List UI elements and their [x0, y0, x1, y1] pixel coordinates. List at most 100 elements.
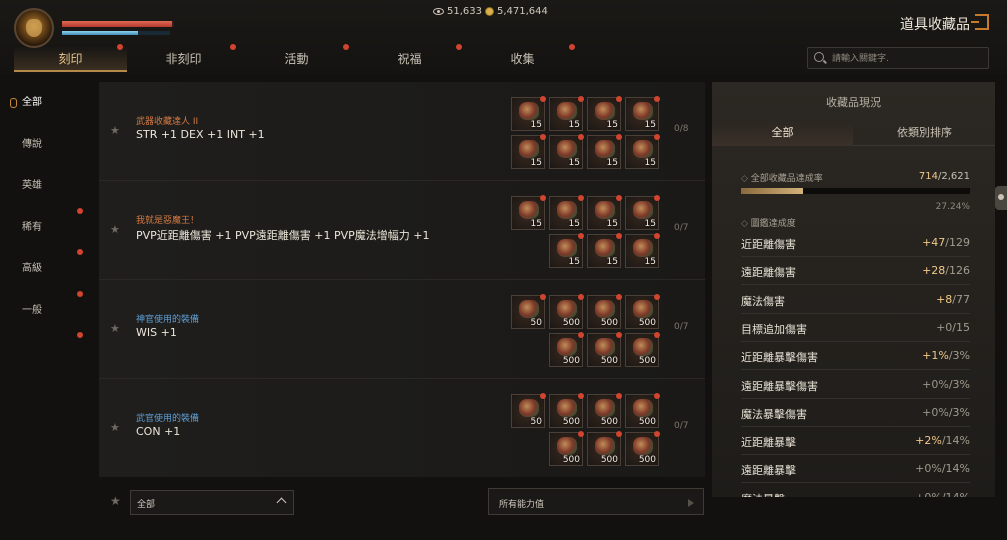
selected-marker-icon — [10, 98, 17, 108]
stat-row[interactable]: 遠距離傷害 +28/126 — [741, 257, 970, 286]
item-slot[interactable]: 500 — [625, 393, 660, 428]
sidebar-item-4[interactable]: 高級 — [0, 256, 96, 298]
item-slot[interactable]: 15 — [511, 134, 546, 169]
tab-1[interactable]: 非刻印 — [127, 44, 240, 72]
item-slot[interactable]: 500 — [549, 393, 584, 428]
stat-row[interactable]: 魔法暴擊 +0%/14% — [741, 484, 970, 497]
item-slot[interactable]: 500 — [587, 393, 622, 428]
stat-row[interactable]: 目標追加傷害 +0/15 — [741, 314, 970, 342]
item-slot[interactable]: 500 — [625, 332, 660, 367]
notification-dot-icon — [77, 207, 83, 214]
item-quantity: 15 — [606, 219, 618, 229]
sidebar-item-5[interactable]: 一般 — [0, 298, 96, 340]
collection-row[interactable]: ★ 神官使用的裝備 WIS +1 0/7 50 500 500 500 500 500 500 — [99, 280, 705, 379]
item-slot[interactable]: 15 — [625, 195, 660, 230]
currency-a-value: 51,633 — [447, 6, 482, 17]
item-slot[interactable]: 500 — [549, 332, 584, 367]
favorite-star-icon[interactable]: ★ — [110, 124, 120, 137]
stat-list[interactable]: 近距離傷害 +47/129 遠距離傷害 +28/126 魔法傷害 +8/77 目標追加傷害 +… — [712, 229, 995, 497]
item-slot[interactable]: 15 — [625, 134, 660, 169]
item-slot[interactable]: 15 — [587, 195, 622, 230]
stat-row[interactable]: 遠距離暴擊 +0%/14% — [741, 455, 970, 484]
item-slot[interactable]: 15 — [587, 96, 622, 131]
tab-0[interactable]: 刻印 — [14, 44, 127, 72]
notification-dot-icon — [578, 294, 584, 300]
stat-max: /126 — [945, 264, 970, 278]
favorite-star-icon[interactable]: ★ — [110, 421, 120, 434]
item-slot[interactable]: 500 — [587, 431, 622, 466]
item-slot[interactable]: 15 — [587, 233, 622, 268]
notification-dot-icon — [578, 332, 584, 338]
item-slot[interactable]: 15 — [511, 195, 546, 230]
stat-current: +0% — [922, 377, 949, 391]
sidebar-item-1[interactable]: 傳說 — [0, 132, 96, 174]
stat-row[interactable]: 近距離暴擊 +2%/14% — [741, 427, 970, 456]
search-box[interactable] — [807, 47, 989, 69]
stat-row[interactable]: 近距離暴擊傷害 +1%/3% — [741, 342, 970, 371]
character-avatar[interactable] — [14, 8, 54, 48]
currency-b-value: 5,471,644 — [497, 6, 548, 17]
collection-list[interactable]: ★ 武器收藏達人 II STR +1 DEX +1 INT +1 0/8 15 15 15 1… — [99, 82, 705, 477]
item-slot[interactable]: 15 — [625, 233, 660, 268]
stat-value: +1%/3% — [922, 349, 970, 362]
item-slot[interactable]: 15 — [549, 134, 584, 169]
item-icon — [595, 338, 615, 356]
sidebar-item-0[interactable]: 全部 — [0, 90, 96, 132]
stat-filter-button[interactable]: 所有能力值 — [488, 488, 704, 515]
favorite-star-icon[interactable]: ★ — [110, 223, 120, 236]
page-title: 道具收藏品 — [900, 17, 970, 33]
search-icon[interactable] — [814, 52, 824, 62]
favorite-star-icon[interactable]: ★ — [110, 322, 120, 335]
item-icon — [557, 338, 577, 356]
item-slot[interactable]: 500 — [625, 431, 660, 466]
item-slot[interactable]: 500 — [625, 294, 660, 329]
search-input[interactable] — [832, 51, 982, 66]
book-rate-label: 圖鑑達成度 — [741, 216, 796, 229]
item-quantity: 500 — [562, 417, 580, 427]
notification-dot-icon — [343, 44, 349, 50]
item-slot[interactable]: 500 — [587, 294, 622, 329]
stat-row[interactable]: 近距離傷害 +47/129 — [741, 229, 970, 257]
item-slot[interactable]: 50 — [511, 294, 546, 329]
item-slot[interactable]: 15 — [549, 233, 584, 268]
gold-coin-icon — [485, 7, 494, 16]
item-slot[interactable]: 15 — [549, 96, 584, 131]
item-slot[interactable]: 15 — [511, 96, 546, 131]
item-icon — [557, 239, 577, 257]
panel-tab-all[interactable]: 全部 — [712, 120, 853, 146]
item-slot[interactable]: 500 — [549, 431, 584, 466]
item-icon — [633, 239, 653, 257]
sidebar-item-3[interactable]: 稀有 — [0, 215, 96, 257]
exit-icon[interactable] — [971, 14, 989, 30]
item-slot[interactable]: 15 — [625, 96, 660, 131]
item-slot[interactable]: 50 — [511, 393, 546, 428]
stat-value: +0%/3% — [922, 406, 970, 419]
stat-name: 遠距離暴擊傷害 — [741, 379, 818, 393]
item-slot[interactable]: 15 — [587, 134, 622, 169]
rarity-dropdown[interactable]: 全部 — [130, 490, 294, 515]
item-quantity: 50 — [530, 318, 542, 328]
collection-row[interactable]: ★ 武器收藏達人 II STR +1 DEX +1 INT +1 0/8 15 15 15 1… — [99, 82, 705, 181]
notification-dot-icon — [616, 96, 622, 102]
item-slot[interactable]: 15 — [549, 195, 584, 230]
sidebar-item-2[interactable]: 英雄 — [0, 173, 96, 215]
item-slot[interactable]: 500 — [549, 294, 584, 329]
tab-2[interactable]: 活動 — [240, 44, 353, 72]
tab-4[interactable]: 收集 — [466, 44, 579, 72]
panel-tab-by-category[interactable]: 依類別排序 — [854, 120, 995, 146]
item-icon — [633, 300, 653, 318]
stat-row[interactable]: 魔法暴擊傷害 +0%/3% — [741, 399, 970, 427]
favorite-filter-icon[interactable]: ★ — [110, 494, 121, 508]
stat-row[interactable]: 遠距離暴擊傷害 +0%/3% — [741, 371, 970, 399]
item-icon — [519, 102, 539, 120]
tab-3[interactable]: 祝福 — [353, 44, 466, 72]
overall-rate-value: 714/2,621 — [919, 171, 970, 182]
item-quantity: 15 — [568, 257, 580, 267]
item-slot[interactable]: 500 — [587, 332, 622, 367]
stat-row[interactable]: 魔法傷害 +8/77 — [741, 286, 970, 314]
panel-tabs: 全部 依類別排序 — [712, 120, 995, 146]
collection-row[interactable]: ★ 武官使用的裝備 CON +1 0/7 50 500 500 500 500 500 500 — [99, 379, 705, 477]
collection-row[interactable]: ★ 我就是惡魔王！ PVP近距離傷害 +1 PVP遠距離傷害 +1 PVP魔法增幅力… — [99, 181, 705, 280]
side-drawer-handle[interactable] — [995, 186, 1007, 210]
item-icon — [633, 437, 653, 455]
